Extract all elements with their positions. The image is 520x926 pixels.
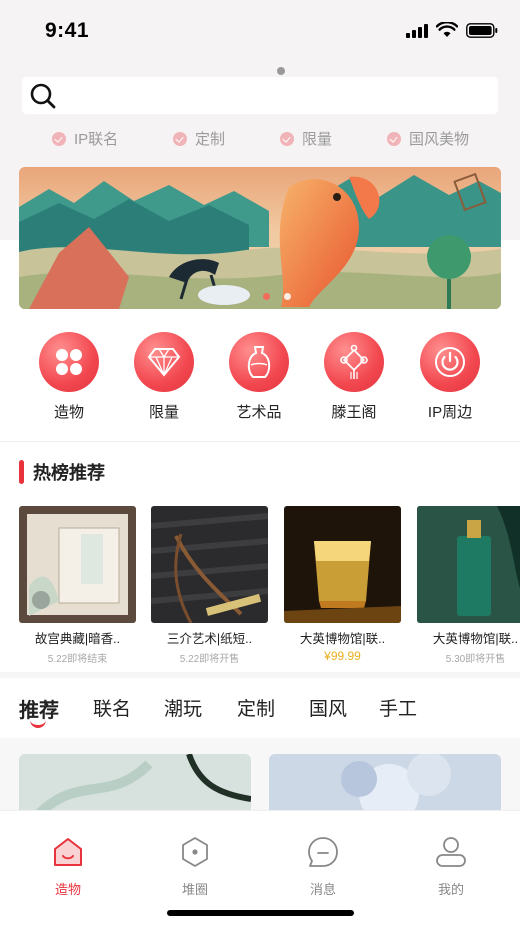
tag-limited: 限量 [280, 128, 332, 149]
category-zaowu[interactable]: 造物 [24, 332, 114, 422]
section-separator [0, 672, 520, 678]
tag-label: 限量 [302, 131, 333, 148]
hexagon-icon [182, 837, 208, 867]
product-card[interactable]: 三介艺术|纸短.. 5.22即将开售 [151, 506, 268, 665]
hot-products: 故宫典藏|暗香.. 5.22即将结束 三介艺术|纸短.. 5.22即将开售 大英… [0, 506, 520, 666]
status-bar: 9:41 [0, 0, 520, 60]
banner-dot-active[interactable] [263, 293, 270, 300]
wifi-icon [436, 22, 458, 37]
product-image [151, 506, 268, 623]
category-label: 造物 [53, 404, 84, 421]
tab-trendy-toys[interactable]: 潮玩 [164, 694, 202, 721]
section-accent-bar [19, 460, 24, 484]
product-date: 5.30即将开售 [445, 654, 506, 665]
promo-banner[interactable] [19, 167, 501, 309]
nav-label: 我的 [437, 882, 464, 897]
banner-dot[interactable] [284, 293, 291, 300]
product-image [19, 506, 136, 623]
banner-artwork [19, 167, 501, 309]
notification-dot [277, 67, 285, 75]
nav-label: 消息 [309, 882, 336, 897]
tag-guofeng: 国风美物 [387, 128, 469, 149]
tab-active-indicator [30, 720, 46, 728]
nav-label: 造物 [54, 882, 81, 897]
tab-guofeng[interactable]: 国风 [309, 694, 347, 721]
home-indicator[interactable] [167, 910, 354, 916]
product-price: ¥99.99 [324, 649, 361, 663]
power-icon [420, 332, 480, 392]
tab-handmade[interactable]: 手工 [379, 694, 417, 721]
product-date: 5.22即将开售 [179, 654, 240, 665]
check-icon [387, 131, 401, 146]
nav-messages[interactable]: 消息 [283, 835, 363, 898]
product-date: 5.22即将结束 [47, 654, 108, 665]
diamond-icon [134, 332, 194, 392]
nav-label: 堆圈 [181, 882, 208, 897]
section-title-text: 热榜推荐 [33, 463, 105, 483]
feed-tabs: 推荐 联名 潮玩 定制 国风 手工 [0, 694, 520, 734]
search-icon [30, 83, 56, 109]
product-card[interactable]: 大英博物馆|联.. ¥99.99 [284, 506, 401, 663]
chinese-knot-icon [324, 332, 384, 392]
home-icon [54, 838, 82, 866]
hot-section-title: 热榜推荐 [19, 460, 105, 484]
tab-custom[interactable]: 定制 [237, 694, 275, 721]
product-title: 大英博物馆|联.. [299, 632, 386, 646]
category-tengwangge[interactable]: 滕王阁 [309, 332, 399, 422]
nav-profile[interactable]: 我的 [411, 835, 491, 898]
product-card[interactable]: 大英博物馆|联.. 5.30即将开售 [417, 506, 520, 665]
product-title: 大英博物馆|联.. [432, 632, 519, 646]
tag-custom: 定制 [173, 128, 225, 149]
bottom-navigation: 造物 堆圈 消息 我的 [0, 810, 520, 926]
category-label: 限量 [148, 404, 179, 421]
tag-label: 定制 [195, 131, 226, 148]
feature-tags: IP联名 定制 限量 国风美物 [0, 128, 520, 152]
nav-zaowu[interactable]: 造物 [28, 835, 108, 898]
status-icons [406, 22, 498, 38]
banner-pagination [263, 293, 291, 300]
check-icon [52, 131, 66, 146]
category-row: 造物 限量 艺术品 滕王阁 IP周边 [0, 332, 520, 427]
user-icon [436, 837, 466, 867]
category-label: IP周边 [427, 404, 473, 421]
category-label: 艺术品 [236, 404, 282, 421]
product-card[interactable]: 故宫典藏|暗香.. 5.22即将结束 [19, 506, 136, 665]
category-limited[interactable]: 限量 [119, 332, 209, 422]
check-icon [173, 131, 187, 146]
signal-icon [406, 22, 428, 38]
product-image [417, 506, 520, 623]
tag-ip: IP联名 [52, 128, 118, 149]
status-time: 9:41 [45, 19, 90, 42]
category-label: 滕王阁 [331, 404, 377, 421]
search-input[interactable] [22, 77, 498, 114]
vase-icon [229, 332, 289, 392]
tag-label: 国风美物 [409, 131, 470, 148]
tag-label: IP联名 [74, 131, 119, 148]
message-icon [308, 837, 338, 867]
nav-community[interactable]: 堆圈 [155, 835, 235, 898]
category-art[interactable]: 艺术品 [214, 332, 304, 422]
product-image [284, 506, 401, 623]
tab-collab[interactable]: 联名 [93, 694, 131, 721]
check-icon [280, 131, 294, 146]
divider [0, 441, 520, 442]
product-title: 三介艺术|纸短.. [166, 632, 253, 646]
product-title: 故宫典藏|暗香.. [34, 632, 121, 646]
tab-recommend[interactable]: 推荐 [19, 694, 59, 723]
category-ip[interactable]: IP周边 [405, 332, 495, 422]
clover-icon [39, 332, 99, 392]
battery-icon [466, 22, 498, 38]
